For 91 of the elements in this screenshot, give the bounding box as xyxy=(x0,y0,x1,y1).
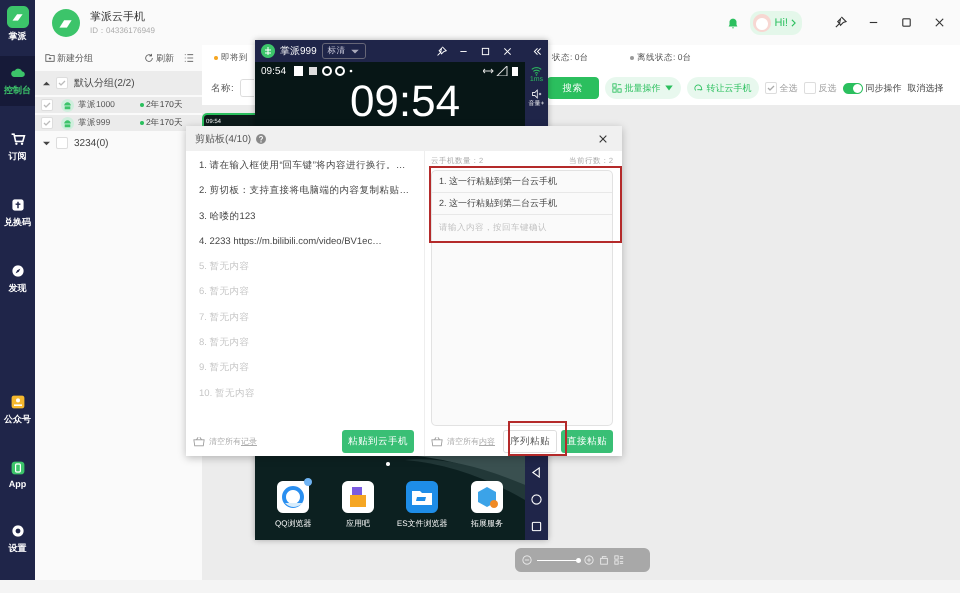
device-name: 掌派1000 xyxy=(78,99,116,111)
back-icon[interactable] xyxy=(531,467,542,478)
home-icon[interactable] xyxy=(531,494,542,505)
checkbox[interactable] xyxy=(41,117,53,129)
folder-plus-icon xyxy=(45,53,55,63)
cart-icon xyxy=(10,131,26,147)
sync-label: 同步操作 xyxy=(866,82,902,94)
grid-icon xyxy=(612,83,622,93)
checkbox[interactable] xyxy=(56,137,68,149)
sidebar-item[interactable]: 设置 xyxy=(0,514,35,564)
name-label: 名称: xyxy=(211,82,234,94)
clear-content-text: 清空所有内容 xyxy=(447,436,495,446)
phone-icon xyxy=(10,460,26,476)
app-shortcut[interactable]: 应用吧 xyxy=(328,481,388,529)
sidebar-item[interactable]: 兑换码 xyxy=(0,188,35,238)
wifi-icon xyxy=(530,66,542,76)
maximize-icon[interactable] xyxy=(900,16,913,29)
app-title: 掌派云手机 xyxy=(90,10,146,24)
sidebar-item[interactable]: App xyxy=(0,451,35,498)
phone-title: 掌派999 xyxy=(280,44,317,58)
sync-toggle[interactable] xyxy=(842,82,863,94)
refresh-button[interactable]: 刷新 xyxy=(144,52,174,64)
app-shortcut[interactable]: ES文件浏览器 xyxy=(392,481,452,529)
collapse-icon[interactable] xyxy=(532,46,543,56)
close-icon[interactable] xyxy=(598,134,608,144)
sidebar-item[interactable]: 公众号 xyxy=(0,385,35,435)
list-icon[interactable] xyxy=(184,53,194,63)
person-icon xyxy=(10,394,26,410)
text-line: 1. 这一行粘贴到第一台云手机 xyxy=(432,171,612,193)
checkbox[interactable] xyxy=(41,99,53,111)
sidebar-item[interactable]: 订阅 xyxy=(0,122,35,172)
dialog-title: 剪贴板(4/10) xyxy=(195,132,252,146)
app-shortcut[interactable]: QQ浏览器 xyxy=(263,481,324,529)
group-name: 3234(0) xyxy=(74,138,108,148)
logo-icon xyxy=(52,8,80,36)
clear-history-text: 清空所有记录 xyxy=(209,436,257,446)
basket-icon xyxy=(193,436,205,446)
status-label: 离线状态: 0台 xyxy=(630,52,692,64)
clipboard-item[interactable]: 1. 请在输入框使用“回车键”将内容进行换行。… xyxy=(199,159,424,184)
browser-icon xyxy=(277,481,310,513)
account-id: ID：04336176949 xyxy=(90,25,155,36)
group-name: 默认分组(2/2) xyxy=(74,77,135,90)
brand-label: 掌派 xyxy=(8,30,26,43)
name-field[interactable] xyxy=(240,79,254,97)
gear-icon xyxy=(10,523,26,539)
cancel-selection-link[interactable]: 取消选择 xyxy=(908,82,944,94)
sidebar-item[interactable]: 控制台 xyxy=(0,56,35,106)
sequence-paste-button[interactable]: 序列粘贴 xyxy=(503,430,557,452)
maximize-icon[interactable] xyxy=(480,46,491,56)
chevron-icon xyxy=(791,18,796,26)
cube-icon xyxy=(470,481,503,513)
caret-icon[interactable] xyxy=(43,80,50,86)
remaining-time: 2年170天 xyxy=(140,117,188,129)
caret-icon[interactable] xyxy=(43,140,50,146)
pin-icon[interactable] xyxy=(834,16,847,29)
checkbox[interactable] xyxy=(56,77,68,89)
compass-icon xyxy=(10,263,26,279)
close-icon[interactable] xyxy=(933,16,946,29)
refresh-icon xyxy=(144,53,154,63)
basket-icon xyxy=(431,436,443,446)
highlight-frame xyxy=(508,421,567,456)
device-name: 掌派999 xyxy=(78,117,112,129)
caret-icon xyxy=(664,83,674,93)
line-input[interactable]: 请输入内容，按回车键确认 xyxy=(432,215,612,239)
clipboard-item[interactable]: 2. 剪切板：支持直接将电脑端的内容复制粘贴… xyxy=(199,184,424,210)
slider-thumb[interactable] xyxy=(576,558,581,562)
sidebar-item[interactable]: 发现 xyxy=(0,254,35,304)
clock-display: 09:54 xyxy=(348,80,462,124)
status-label: 状态: 0台 xyxy=(552,52,590,64)
checkmark-icon xyxy=(57,78,67,88)
text-area[interactable]: 1. 这一行粘贴到第一台云手机 2. 这一行粘贴到第二台云手机 请输入内容，按回车键确认 xyxy=(431,170,613,426)
checkmark-icon xyxy=(766,83,776,93)
speaker-icon xyxy=(530,89,542,99)
clipboard-item[interactable]: 3. 哈喽的123 xyxy=(199,210,424,235)
new-group-button[interactable]: 新建分组 xyxy=(45,52,93,64)
quality-dropdown[interactable]: 标清 xyxy=(322,43,366,59)
recents-icon[interactable] xyxy=(531,521,542,532)
signal-battery-icons-drawing xyxy=(483,66,519,76)
text-line: 2. 这一行粘贴到第二台云手机 xyxy=(432,193,612,215)
page-indicator xyxy=(386,462,390,466)
folder-icon xyxy=(406,481,438,513)
remaining-time: 2年170天 xyxy=(140,99,188,111)
ticket-icon xyxy=(10,197,26,213)
help-icon[interactable] xyxy=(256,134,266,144)
clipboard-item[interactable]: 4. 2233 https://m.bilibili.com/video/BV1ec… xyxy=(199,234,424,260)
status-time: 09:54 xyxy=(261,66,286,76)
logo-icon xyxy=(6,6,28,28)
box-icon xyxy=(342,481,374,513)
app-shortcut[interactable]: 拓展服务 xyxy=(456,481,517,529)
notification-icons-drawing xyxy=(294,66,354,76)
avatar-icon xyxy=(752,12,772,32)
